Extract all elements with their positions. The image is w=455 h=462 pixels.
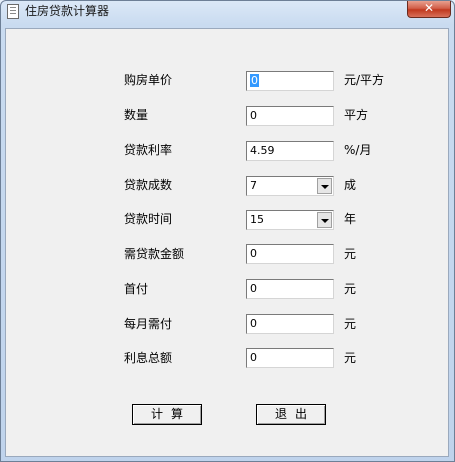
rate-unit: %/月 <box>344 143 372 157</box>
exit-button[interactable]: 退出 <box>256 404 326 425</box>
term-label: 贷款时间 <box>124 212 173 226</box>
app-window: 住房贷款计算器 ✕ 购房单价 0 元/平方 数量 0 平方 贷款利率 4.59 … <box>0 0 455 462</box>
notepad-icon <box>7 4 19 19</box>
window-title: 住房贷款计算器 <box>25 4 110 18</box>
ratio-unit: 成 <box>344 178 357 192</box>
ratio-label: 贷款成数 <box>124 178 173 192</box>
total-interest-input[interactable]: 0 <box>246 348 334 368</box>
quantity-input[interactable]: 0 <box>246 106 334 126</box>
down-payment-unit: 元 <box>344 282 357 296</box>
loan-amount-label: 需贷款金额 <box>124 247 185 261</box>
title-bar[interactable]: 住房贷款计算器 <box>1 1 454 23</box>
unit-price-value: 0 <box>250 74 259 87</box>
monthly-payment-unit: 元 <box>344 317 357 331</box>
unit-price-label: 购房单价 <box>124 73 173 87</box>
quantity-unit: 平方 <box>344 108 369 122</box>
loan-amount-unit: 元 <box>344 247 357 261</box>
total-interest-label: 利息总额 <box>124 351 173 365</box>
term-select[interactable]: 15 <box>246 210 334 230</box>
close-button[interactable]: ✕ <box>407 1 451 18</box>
unit-price-input[interactable]: 0 <box>246 71 334 91</box>
total-interest-unit: 元 <box>344 351 357 365</box>
ratio-select[interactable]: 7 <box>246 176 334 196</box>
down-payment-label: 首付 <box>124 282 149 296</box>
client-area: 购房单价 0 元/平方 数量 0 平方 贷款利率 4.59 %/月 贷款成数 7… <box>5 28 449 457</box>
monthly-payment-input[interactable]: 0 <box>246 314 334 334</box>
rate-label: 贷款利率 <box>124 143 173 157</box>
chevron-down-icon[interactable] <box>317 178 332 194</box>
down-payment-input[interactable]: 0 <box>246 279 334 299</box>
ratio-value: 7 <box>250 179 257 192</box>
chevron-down-icon[interactable] <box>317 212 332 228</box>
term-unit: 年 <box>344 212 357 226</box>
unit-price-unit: 元/平方 <box>344 73 385 87</box>
monthly-payment-label: 每月需付 <box>124 317 173 331</box>
calculate-button[interactable]: 计算 <box>132 404 202 425</box>
quantity-label: 数量 <box>124 108 149 122</box>
loan-amount-input[interactable]: 0 <box>246 244 334 264</box>
term-value: 15 <box>250 213 264 226</box>
rate-input[interactable]: 4.59 <box>246 141 334 161</box>
